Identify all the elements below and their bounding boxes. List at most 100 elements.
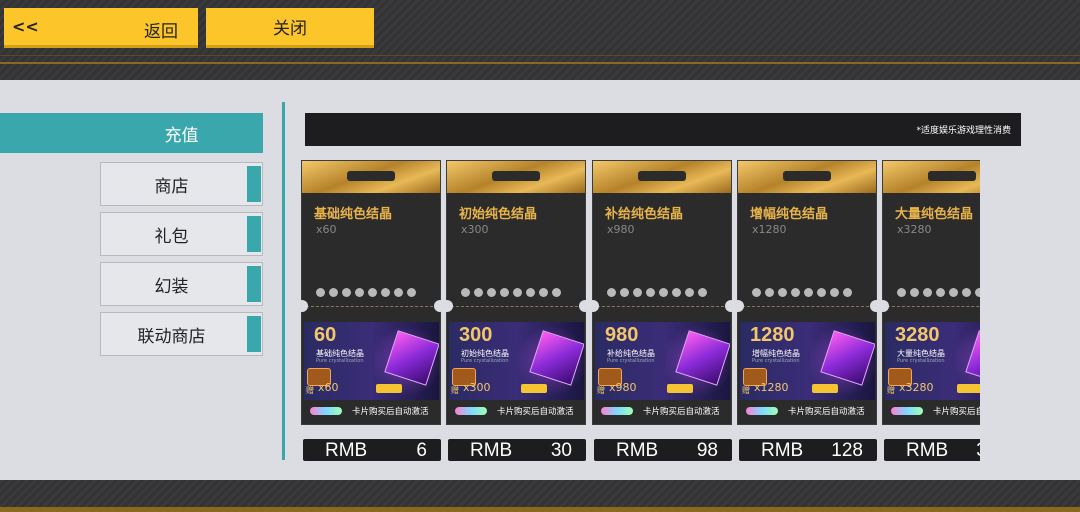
card-gold-header: [883, 161, 980, 193]
ticket-icon: [376, 384, 402, 393]
ticket-icon: [667, 384, 693, 393]
card-title: 增幅纯色结晶: [750, 207, 829, 222]
card-title: 初始纯色结晶: [459, 207, 538, 222]
card-footer-text: 卡片购买后自动激活: [352, 407, 429, 417]
tab-accent: [247, 216, 261, 252]
card-amount: 60: [314, 324, 337, 346]
product-card[interactable]: 初始纯色结晶 x300 300 初始纯色结晶 Pure crystallizat…: [441, 160, 591, 425]
gift-quantity: x980: [609, 381, 637, 394]
card-subtitle: Pure crystallization: [316, 358, 364, 364]
rainbow-pill-icon: [455, 407, 487, 415]
product-card[interactable]: 大量纯色结晶 x3280 3280 大量纯色结晶 Pure crystalliz…: [877, 160, 980, 425]
card-dots: [752, 288, 852, 297]
price-amount: 128: [831, 440, 863, 461]
price-amount: 98: [696, 440, 718, 461]
top-bar-divider: [0, 55, 1080, 56]
card-subtitle: Pure crystallization: [897, 358, 945, 364]
tab-label: 商店: [154, 176, 189, 197]
price-button[interactable]: RMB 128: [739, 439, 877, 461]
price-currency: RMB: [761, 440, 804, 461]
back-button[interactable]: << 返回: [4, 8, 198, 48]
ticket-icon: [521, 384, 547, 393]
price-button[interactable]: RMB 98: [594, 439, 732, 461]
tab-shop[interactable]: 商店: [100, 162, 263, 206]
top-bar-gold-line: [0, 62, 1080, 64]
crystal-artwork: 300 初始纯色结晶 Pure crystallization 赠 x300: [449, 322, 584, 400]
product-card[interactable]: 补给纯色结晶 x980 980 补给纯色结晶 Pure crystallizat…: [587, 160, 737, 425]
card-footer-text: 卡片购买后自动激活: [497, 407, 574, 417]
tab-collab-shop[interactable]: 联动商店: [100, 312, 263, 356]
card-gold-header: [447, 161, 585, 193]
crystal-artwork: 1280 增幅纯色结晶 Pure crystallization 赠 x1280: [740, 322, 875, 400]
card-gold-header: [302, 161, 440, 193]
card-subtitle: Pure crystallization: [461, 358, 509, 364]
card-dots: [897, 288, 980, 297]
rainbow-pill-icon: [310, 407, 342, 415]
card-gold-header: [738, 161, 876, 193]
notice-bar: *适度娱乐游戏理性消费: [305, 113, 1021, 146]
price-amount: 6: [416, 440, 427, 461]
tab-costume[interactable]: 幻装: [100, 262, 263, 306]
ticket-icon: [812, 384, 838, 393]
price-button[interactable]: RMB 6: [303, 439, 441, 461]
tab-accent: [247, 166, 261, 202]
card-footer-text: 卡片购买后自动激活: [933, 407, 980, 417]
price-currency: RMB: [325, 440, 368, 461]
card-amount: 980: [605, 324, 639, 346]
card-title: 基础纯色结晶: [314, 207, 393, 222]
card-gold-header: [593, 161, 731, 193]
gift-quantity: x1280: [754, 381, 789, 394]
price-currency: RMB: [470, 440, 513, 461]
product-card[interactable]: 基础纯色结晶 x60 60 基础纯色结晶 Pure crystallizatio…: [300, 160, 446, 425]
rainbow-pill-icon: [891, 407, 923, 415]
crystal-artwork: 60 基础纯色结晶 Pure crystallization 赠 x60: [304, 322, 439, 400]
bottom-bar-gold-line: [0, 507, 1080, 512]
card-quantity: x980: [607, 223, 635, 236]
tab-recharge[interactable]: 充值: [0, 113, 263, 153]
card-quantity: x300: [461, 223, 489, 236]
gift-label: 赠: [306, 386, 314, 395]
price-button[interactable]: RMB 30: [448, 439, 586, 461]
price-amount: 30: [550, 440, 572, 461]
crystal-artwork: 3280 大量纯色结晶 Pure crystallization 赠 x3280: [885, 322, 980, 400]
card-title: 大量纯色结晶: [895, 207, 974, 222]
card-quantity: x1280: [752, 223, 787, 236]
product-card[interactable]: 增幅纯色结晶 x1280 1280 增幅纯色结晶 Pure crystalliz…: [732, 160, 882, 425]
rainbow-pill-icon: [601, 407, 633, 415]
tab-label: 充值: [164, 125, 199, 146]
gift-label: 赠: [887, 386, 895, 395]
tab-gift-pack[interactable]: 礼包: [100, 212, 263, 256]
gift-label: 赠: [597, 386, 605, 395]
close-button-label: 关闭: [273, 19, 307, 39]
gift-quantity: x60: [318, 381, 339, 394]
crystal-artwork: 980 补给纯色结晶 Pure crystallization 赠 x980: [595, 322, 730, 400]
card-quantity: x3280: [897, 223, 932, 236]
card-dots: [316, 288, 416, 297]
gift-quantity: x3280: [899, 381, 934, 394]
gift-label: 赠: [451, 386, 459, 395]
card-subtitle: Pure crystallization: [752, 358, 800, 364]
price-currency: RMB: [616, 440, 659, 461]
price-currency: RMB: [906, 440, 949, 461]
card-amount: 300: [459, 324, 493, 346]
tab-label: 幻装: [154, 276, 189, 297]
card-title: 补给纯色结晶: [605, 207, 684, 222]
ticket-icon: [957, 384, 980, 393]
chevron-left-icon: <<: [12, 17, 39, 36]
card-quantity: x60: [316, 223, 337, 236]
tab-label: 联动商店: [137, 326, 206, 347]
price-button[interactable]: RMB 328: [884, 439, 980, 461]
product-list[interactable]: 基础纯色结晶 x60 60 基础纯色结晶 Pure crystallizatio…: [300, 160, 980, 470]
price-amount: 328: [976, 440, 980, 462]
tab-accent: [247, 316, 261, 352]
close-button[interactable]: 关闭: [206, 8, 374, 48]
card-subtitle: Pure crystallization: [607, 358, 655, 364]
card-footer-text: 卡片购买后自动激活: [788, 407, 865, 417]
card-dots: [607, 288, 707, 297]
tab-label: 礼包: [154, 226, 189, 247]
card-amount: 1280: [750, 324, 795, 346]
card-footer-text: 卡片购买后自动激活: [643, 407, 720, 417]
gift-label: 赠: [742, 386, 750, 395]
card-amount: 3280: [895, 324, 940, 346]
top-bar: << 返回 关闭: [0, 0, 1080, 80]
